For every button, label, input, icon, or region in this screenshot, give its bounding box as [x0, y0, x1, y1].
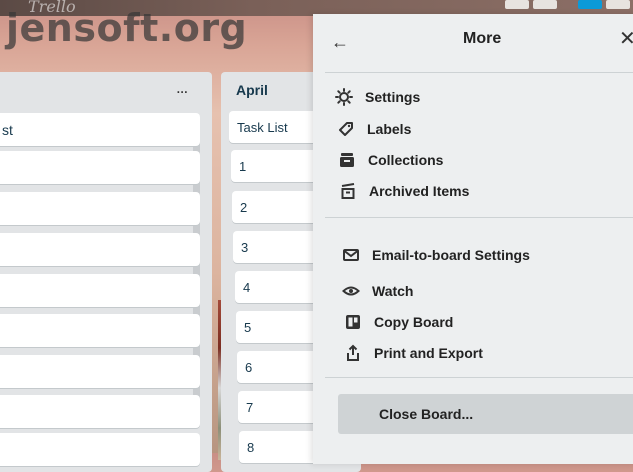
close-icon[interactable]: ✕: [619, 26, 633, 51]
card-title: 6: [245, 360, 253, 375]
collections-icon: [338, 151, 356, 169]
more-panel: ← More ✕ Settings Labels Collections Arc…: [313, 14, 633, 464]
card[interactable]: st: [0, 113, 200, 146]
divider: [325, 377, 633, 378]
eye-icon: [342, 282, 360, 300]
tag-icon: [337, 120, 355, 138]
card-title: st: [2, 122, 13, 138]
menu-item-label: Settings: [365, 89, 421, 105]
close-board-label: Close Board...: [379, 406, 474, 422]
card[interactable]: [0, 314, 200, 347]
envelope-icon: [342, 246, 360, 264]
close-board-button[interactable]: Close Board...: [338, 394, 633, 434]
archive-icon: [339, 182, 357, 200]
card[interactable]: Task List: [229, 111, 325, 143]
card[interactable]: [0, 395, 200, 428]
menu-item-label: Labels: [367, 121, 412, 137]
card[interactable]: [0, 233, 200, 266]
menu-item-label: Watch: [372, 283, 414, 299]
card[interactable]: [0, 151, 200, 184]
divider: [325, 217, 633, 218]
card-title: Task List: [237, 120, 288, 135]
card-title: 4: [243, 280, 251, 295]
card[interactable]: [0, 355, 200, 388]
arrow-left-icon[interactable]: ←: [331, 32, 349, 53]
menu-item-label: Collections: [368, 152, 444, 168]
menu-item-label: Email-to-board Settings: [372, 247, 530, 263]
share-icon: [344, 344, 362, 362]
gear-icon: [335, 88, 353, 106]
card-title: 5: [244, 320, 252, 335]
header-button[interactable]: [505, 0, 529, 9]
card-title: 1: [239, 159, 247, 174]
copy-board-icon: [344, 313, 362, 331]
menu-item-label: Print and Export: [374, 345, 483, 361]
menu-item-label: Archived Items: [369, 183, 470, 199]
header-button-primary[interactable]: [578, 0, 602, 9]
header-button[interactable]: [606, 0, 630, 9]
card[interactable]: [0, 274, 200, 307]
divider: [325, 72, 633, 73]
card-title: 7: [246, 400, 254, 415]
card-title: 3: [241, 240, 249, 255]
menu-item-label: Copy Board: [374, 314, 454, 330]
card[interactable]: [0, 433, 200, 466]
header-button[interactable]: [533, 0, 557, 9]
list-title[interactable]: April: [236, 82, 268, 98]
card[interactable]: [0, 192, 200, 225]
card-title: 2: [240, 200, 248, 215]
list-menu-icon[interactable]: ...: [176, 78, 188, 98]
watermark: jensoft.org: [6, 6, 248, 50]
panel-title: More: [463, 30, 502, 47]
